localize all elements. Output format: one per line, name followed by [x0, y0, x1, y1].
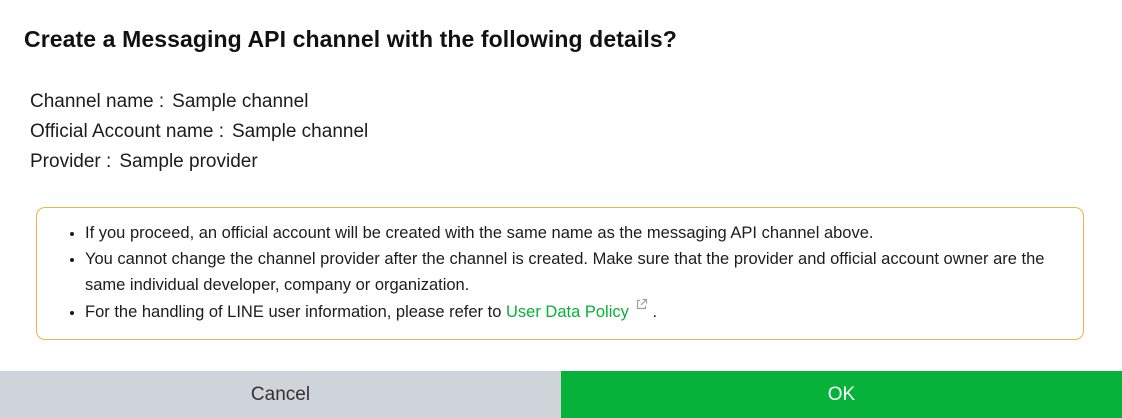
notice-list: If you proceed, an official account will…: [67, 220, 1069, 325]
detail-label: Official Account name :: [30, 121, 224, 142]
create-channel-dialog: Create a Messaging API channel with the …: [0, 0, 1122, 418]
detail-label: Provider :: [30, 151, 112, 172]
notice-box: If you proceed, an official account will…: [36, 207, 1084, 340]
policy-suffix: .: [652, 303, 658, 321]
ok-button[interactable]: OK: [561, 371, 1122, 418]
channel-details: Channel name : Sample channel Official Ac…: [30, 87, 368, 177]
detail-value: Sample provider: [119, 151, 258, 172]
detail-value: Sample channel: [172, 91, 309, 112]
user-data-policy-link[interactable]: User Data Policy: [506, 298, 648, 321]
notice-item-policy: For the handling of LINE user informatio…: [85, 298, 1069, 325]
user-data-policy-link-label: User Data Policy: [506, 303, 629, 321]
cancel-button[interactable]: Cancel: [0, 371, 561, 418]
dialog-title: Create a Messaging API channel with the …: [24, 26, 677, 52]
detail-label: Channel name :: [30, 91, 165, 112]
external-link-icon: [636, 298, 647, 310]
notice-item: If you proceed, an official account will…: [85, 220, 1069, 246]
detail-value: Sample channel: [231, 121, 369, 142]
notice-item: You cannot change the channel provider a…: [85, 246, 1069, 298]
detail-official-account-name: Official Account name : Sample channel: [30, 117, 368, 147]
policy-text: For the handling of LINE user informatio…: [85, 303, 502, 321]
detail-channel-name: Channel name : Sample channel: [30, 87, 368, 117]
detail-provider: Provider : Sample provider: [30, 147, 368, 177]
dialog-footer: Cancel OK: [0, 371, 1122, 418]
